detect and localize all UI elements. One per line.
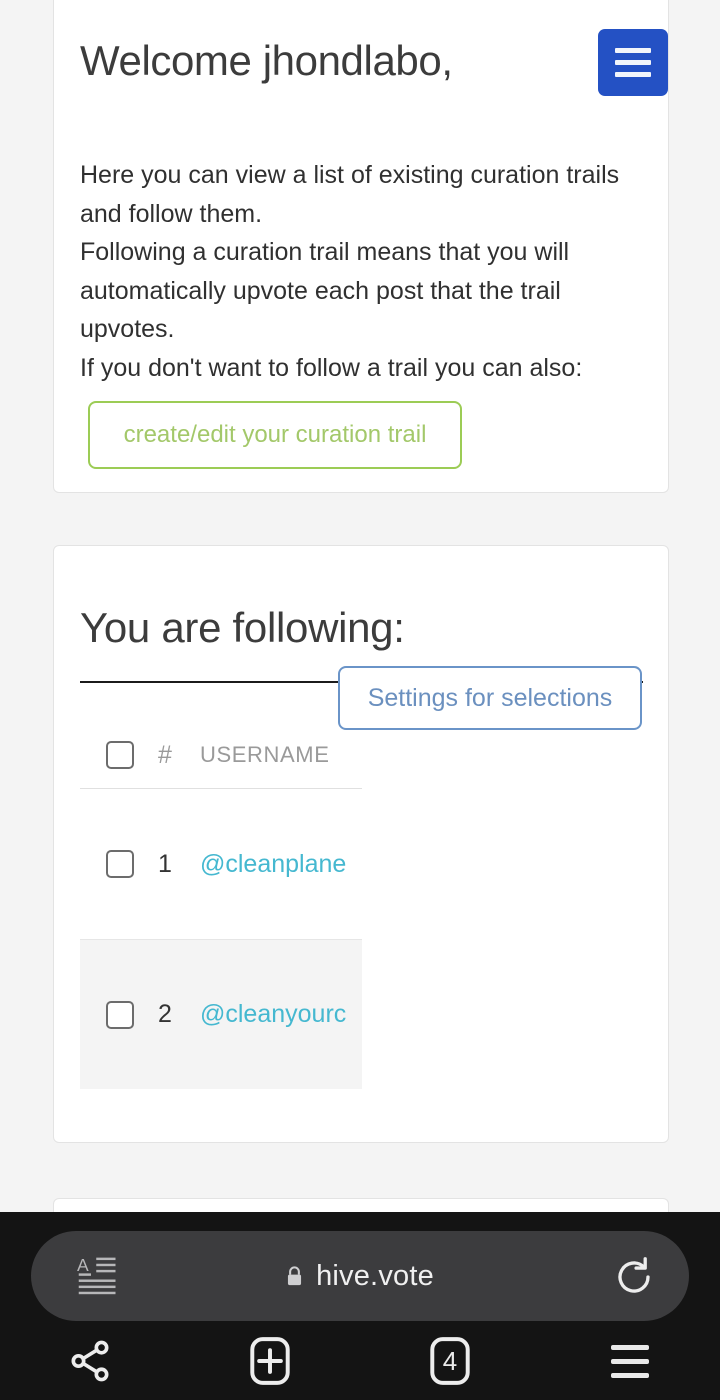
row-select-cell — [80, 1000, 158, 1029]
new-tab-icon — [250, 1337, 290, 1385]
page-title: Welcome jhondlabo, — [80, 37, 453, 84]
table-row[interactable]: 2 @cleanyourc — [80, 939, 362, 1089]
select-all-cell — [80, 741, 158, 769]
select-all-checkbox[interactable] — [106, 741, 134, 769]
following-title: You are following: — [80, 604, 405, 651]
row-checkbox[interactable] — [106, 1000, 134, 1029]
menu-line-3 — [611, 1372, 649, 1378]
row-index: 1 — [158, 849, 172, 878]
new-tab-button[interactable] — [180, 1322, 360, 1400]
menu-line-2 — [611, 1358, 649, 1364]
browser-chrome: A hive.vote 4 — [0, 1212, 720, 1400]
reload-icon[interactable] — [613, 1256, 655, 1298]
following-card: You are following: Settings for selectio… — [53, 545, 669, 1143]
settings-for-selections-button[interactable]: Settings for selections — [338, 666, 642, 730]
address-bar[interactable]: A hive.vote — [31, 1231, 689, 1321]
table-header-row: # USERNAME — [80, 722, 362, 789]
username-link[interactable]: @cleanplane — [200, 850, 346, 879]
column-header-index: # — [158, 740, 172, 769]
create-edit-curation-trail-button[interactable]: create/edit your curation trail — [88, 401, 462, 469]
menu-line-1 — [611, 1344, 649, 1350]
menu-icon — [611, 1344, 649, 1378]
reader-mode-icon[interactable]: A — [77, 1255, 119, 1297]
column-header-username: USERNAME — [200, 742, 330, 767]
intro-paragraph: Here you can view a list of existing cur… — [80, 161, 620, 382]
share-icon — [71, 1340, 109, 1382]
row-checkbox[interactable] — [106, 850, 134, 878]
hamburger-icon[interactable] — [598, 29, 668, 96]
next-card-partial — [53, 1198, 669, 1212]
welcome-card: Welcome jhondlabo, Here you can view a l… — [53, 0, 669, 493]
row-index: 2 — [158, 1000, 172, 1028]
share-button[interactable] — [0, 1322, 180, 1400]
tab-count-button[interactable]: 4 — [360, 1322, 540, 1400]
tab-count-label: 4 — [442, 1345, 458, 1376]
username-link[interactable]: @cleanyourc — [200, 1000, 346, 1029]
url-display: hive.vote — [31, 1231, 689, 1321]
browser-nav-bar: 4 — [0, 1322, 720, 1400]
browser-menu-button[interactable] — [540, 1322, 720, 1400]
svg-text:A: A — [77, 1255, 89, 1275]
hamburger-bar-3 — [615, 72, 651, 77]
url-text: hive.vote — [316, 1259, 434, 1292]
hamburger-bar-1 — [615, 48, 651, 53]
row-select-cell — [80, 850, 158, 878]
hamburger-bar-2 — [615, 60, 651, 65]
web-page-content: Welcome jhondlabo, Here you can view a l… — [0, 0, 720, 1212]
following-table: # USERNAME 1 @cleanplane 2 @cleanyourc — [80, 722, 362, 1089]
lock-icon — [288, 1265, 302, 1285]
table-row[interactable]: 1 @cleanplane — [80, 789, 362, 939]
